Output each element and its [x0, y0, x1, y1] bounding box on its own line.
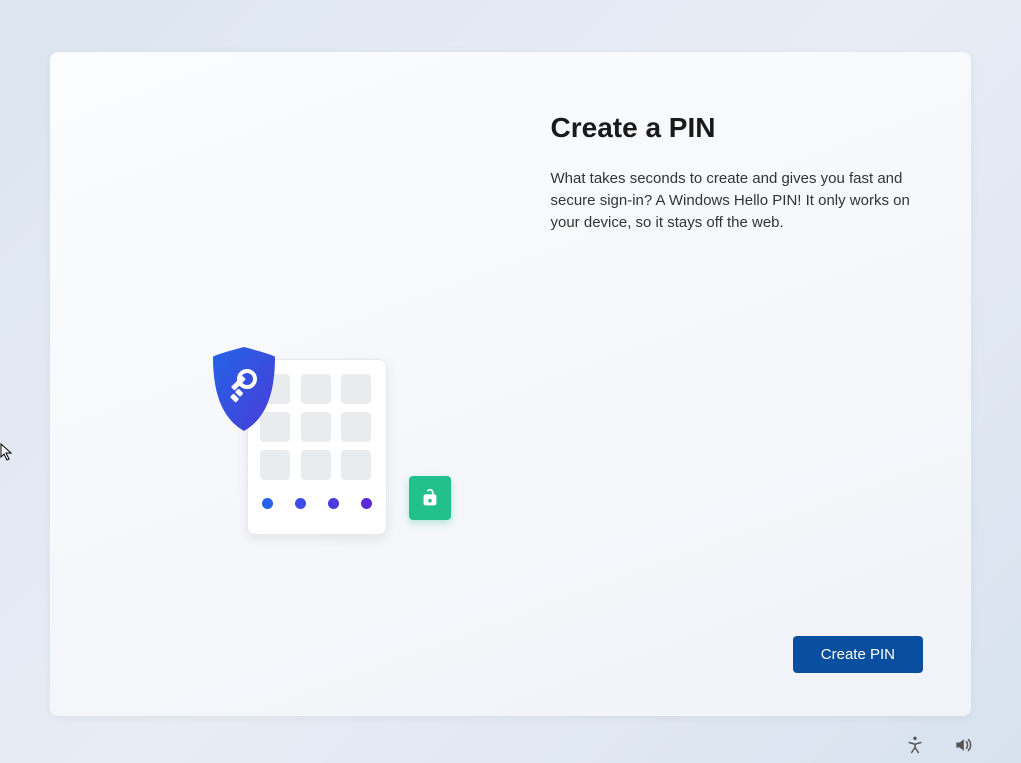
pin-dot [361, 498, 372, 509]
pin-dot [328, 498, 339, 509]
page-description: What takes seconds to create and gives y… [551, 168, 931, 233]
keypad-key [260, 450, 290, 480]
accessibility-icon[interactable] [905, 735, 925, 755]
illustration-section [50, 52, 511, 716]
keypad-key [301, 412, 331, 442]
oobe-panel: Create a PIN What takes seconds to creat… [50, 52, 971, 716]
keypad-key [341, 374, 371, 404]
content-section: Create a PIN What takes seconds to creat… [511, 52, 972, 716]
keypad-key [301, 374, 331, 404]
pin-illustration [200, 345, 460, 545]
page-title: Create a PIN [551, 112, 932, 144]
keypad-key [301, 450, 331, 480]
cursor-pointer-icon [0, 443, 14, 461]
volume-icon[interactable] [953, 735, 973, 755]
pin-dots-row [260, 494, 374, 509]
shield-key-icon [203, 345, 285, 433]
create-pin-button[interactable]: Create PIN [793, 636, 923, 673]
pin-dot [295, 498, 306, 509]
keypad-key [341, 412, 371, 442]
pin-dot [262, 498, 273, 509]
keypad-key [341, 450, 371, 480]
taskbar-tray [905, 735, 973, 755]
unlock-icon [409, 476, 451, 520]
